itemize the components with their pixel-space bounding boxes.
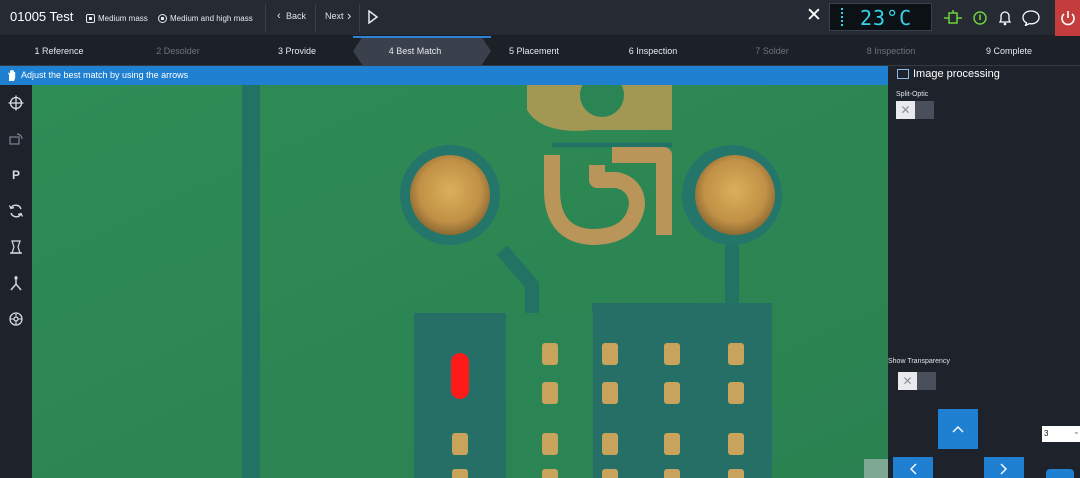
project-title: 01005 Test [10,9,74,24]
toggle-off-icon: ✕ [898,372,917,390]
step-desolder: 2 Desolder [156,46,200,56]
chevron-left-icon: ‹ [277,10,281,22]
mass-icon [86,13,95,23]
best-match-marker [451,353,469,399]
step-placement[interactable]: 5 Placement [509,46,559,56]
power-icon [1061,11,1075,26]
step-size-unit: ≈ [1074,431,1078,437]
divider [359,4,360,32]
chevron-right-icon: › [347,8,352,23]
back-label: Back [286,11,307,21]
divider [315,4,316,32]
rotate-camera-icon [9,133,23,145]
back-button[interactable]: ‹ Back [277,8,309,28]
step-size-value: 3 [1044,429,1049,438]
p-icon: P [11,168,20,182]
panel-title: Image processing [913,68,1000,80]
temperature-display: 23°C [829,3,932,31]
panel-action-button[interactable] [1046,469,1074,478]
toggle-off-icon: ✕ [896,101,915,119]
divider [265,4,266,32]
instruction-bar: Adjust the best match by using the arrow… [0,66,888,85]
move-right-button[interactable] [984,457,1024,478]
probe-icon [10,276,22,291]
move-icon [8,95,24,111]
split-optic-toggle[interactable]: ✕ [896,101,934,119]
settings-wheel-tool-button[interactable] [6,309,26,329]
nozzle-icon [10,240,22,254]
move-tool-button[interactable] [6,93,26,113]
chevron-right-icon [1000,463,1007,475]
show-transparency-toggle[interactable]: ✕ [898,372,936,390]
image-icon [897,69,909,79]
active-step-indicator [353,36,491,38]
chat-icon[interactable] [1022,10,1040,26]
medium-mass-label: Medium mass [98,13,148,23]
chevron-left-icon [910,463,917,475]
info-icon[interactable] [972,10,988,26]
step-solder: 7 Solder [755,46,789,56]
move-left-button[interactable] [893,457,933,478]
image-processing-panel: Image processing Split-Optic ✕ Show Tran… [888,66,1080,478]
step-reference[interactable]: 1 Reference [34,46,83,56]
medium-high-mass-button[interactable]: Medium and high mass [158,10,253,26]
pcb-image [32,85,888,478]
rotate-camera-tool-button[interactable] [6,129,26,149]
instruction-text: Adjust the best match by using the arrow… [21,70,189,80]
step-provide[interactable]: 3 Provide [278,46,316,56]
thermometer-icon [841,8,844,26]
hand-icon [8,70,16,81]
chevron-up-icon [952,426,964,433]
close-icon[interactable]: ✕ [806,6,822,26]
bell-icon[interactable] [997,10,1013,26]
move-up-button[interactable] [938,409,978,449]
play-icon[interactable] [367,10,379,24]
nozzle-tool-button[interactable] [6,237,26,257]
split-optic-label: Split-Optic [896,91,929,98]
show-transparency-label: Show Transparency [888,358,950,365]
connection-icon[interactable] [944,10,962,26]
mass-icon [158,13,167,23]
medium-high-mass-label: Medium and high mass [170,13,253,23]
temperature-value: 23°C [860,6,913,30]
view-overlay-square [864,459,888,478]
p-tool-button[interactable]: P [6,165,26,185]
next-button[interactable]: Next › [325,8,359,28]
camera-view[interactable] [32,85,888,478]
probe-tool-button[interactable] [6,273,26,293]
step-complete[interactable]: 9 Complete [986,46,1032,56]
medium-mass-button[interactable]: Medium mass [86,10,148,26]
step-best-match[interactable]: 4 Best Match [389,46,442,56]
next-label: Next [325,11,344,21]
refresh-icon [8,204,24,218]
step-inspection-2: 8 Inspection [866,46,916,56]
refresh-tool-button[interactable] [6,201,26,221]
top-bar: 01005 Test Medium mass Medium and high m… [0,0,1080,36]
step-inspection[interactable]: 6 Inspection [629,46,678,56]
left-toolbar: P [0,85,32,478]
power-button[interactable] [1055,0,1080,36]
settings-wheel-icon [9,312,23,326]
step-size-input[interactable]: 3 ≈ [1042,426,1080,442]
